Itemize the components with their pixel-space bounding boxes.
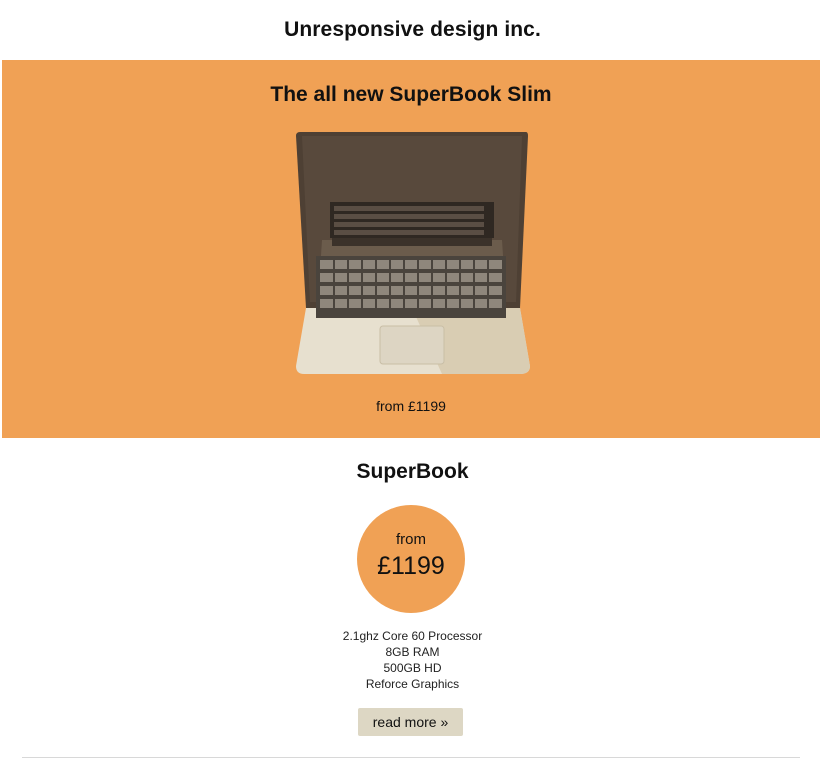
divider [22, 757, 800, 758]
price-from-label: from [396, 531, 426, 548]
spec-item: 2.1ghz Core 60 Processor [342, 629, 483, 643]
hero-banner[interactable]: The all new SuperBook Slim from £1199 [2, 60, 820, 438]
laptop-icon [296, 132, 530, 374]
read-more-button[interactable]: read more » [358, 708, 463, 736]
hero-price: from £1199 [376, 398, 446, 414]
spec-item: Reforce Graphics [365, 677, 460, 691]
spec-item: 8GB RAM [385, 645, 440, 659]
spec-item: 500GB HD [383, 661, 442, 675]
price-amount: £1199 [377, 552, 445, 580]
product-title: SuperBook [356, 460, 469, 483]
price-badge: from £1199 [357, 505, 465, 613]
page: Unresponsive design inc. The all new Sup… [0, 0, 825, 773]
spec-list: 2.1ghz Core 60 Processor 8GB RAM 500GB H… [0, 628, 825, 692]
site-title: Unresponsive design inc. [284, 18, 541, 41]
hero-title: The all new SuperBook Slim [270, 83, 552, 106]
